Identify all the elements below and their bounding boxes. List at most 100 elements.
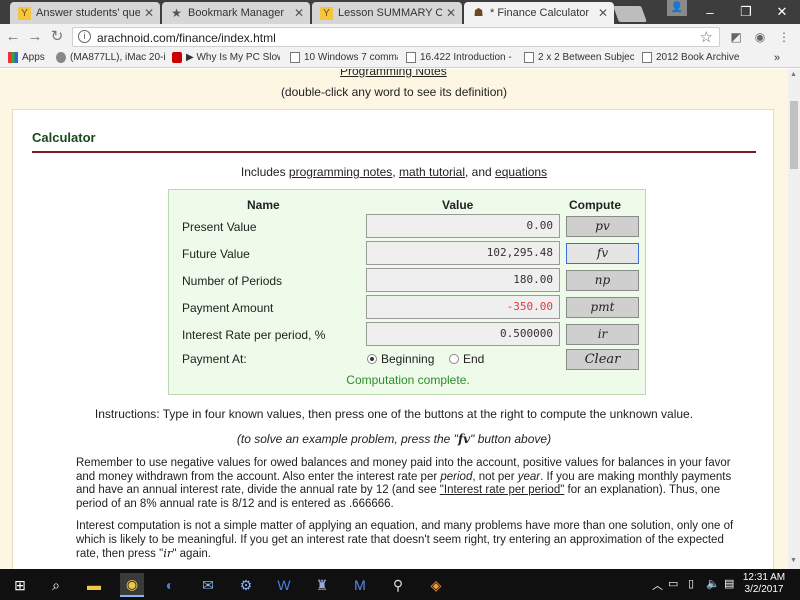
bookmark-16422[interactable]: 16.422 Introduction - — [406, 52, 514, 63]
scroll-up-icon[interactable]: ▲ — [790, 71, 797, 78]
programming-notes-link[interactable]: programming notes — [289, 165, 392, 179]
power-icon — [172, 52, 182, 63]
header-compute: Compute — [569, 198, 621, 212]
tab-bookmark-manager[interactable]: ★ Bookmark Manager ✕ — [162, 2, 310, 24]
present-value-label: Present Value — [182, 220, 257, 234]
url-text[interactable]: arachnoid.com/finance/index.html — [97, 31, 276, 45]
bookmark-2x2[interactable]: 2 x 2 Between Subject — [524, 52, 634, 63]
malwarebytes-icon[interactable]: M — [348, 573, 372, 597]
header-value: Value — [442, 198, 474, 212]
more-bookmarks-icon[interactable]: » — [774, 52, 780, 64]
magnifier-icon[interactable]: ⚲ — [386, 573, 410, 597]
includes-line: Includes programming notes, math tutoria… — [240, 165, 548, 179]
restore-button[interactable]: ❐ — [728, 0, 764, 24]
scrollbar-thumb[interactable] — [790, 101, 798, 169]
payment-amount-input[interactable]: -350.00 — [366, 295, 560, 319]
close-tab-icon[interactable]: ✕ — [446, 6, 456, 20]
back-arrow-icon[interactable]: ← — [4, 28, 22, 46]
radio-beginning[interactable]: Beginning — [367, 352, 434, 366]
title-divider — [32, 151, 756, 153]
close-tab-icon[interactable]: ✕ — [598, 6, 608, 20]
calculator-card: Calculator Includes programming notes, m… — [12, 109, 774, 569]
new-tab-button[interactable] — [613, 6, 647, 22]
tab-strip: Y Answer students' questio ✕ ★ Bookmark … — [0, 0, 800, 24]
payment-at-label: Payment At: — [182, 352, 247, 366]
compute-ir-button[interactable]: ir — [566, 324, 639, 345]
tray-chevron-icon[interactable]: ︿ — [652, 577, 663, 593]
present-value-input[interactable]: 0.00 — [366, 214, 560, 238]
page-icon — [290, 52, 300, 63]
star-icon: ★ — [171, 5, 182, 20]
bookmark-book-archive[interactable]: 2012 Book Archive — [642, 52, 742, 63]
tab-answer-questions[interactable]: Y Answer students' questio ✕ — [10, 2, 160, 24]
forward-arrow-icon[interactable]: → — [26, 28, 44, 46]
menu-kebab-icon[interactable]: ⋮ — [776, 29, 792, 45]
close-tab-icon[interactable]: ✕ — [144, 6, 154, 20]
word-icon[interactable]: W — [272, 573, 296, 597]
close-window-button[interactable]: ✕ — [764, 0, 800, 24]
address-bar[interactable]: i arachnoid.com/finance/index.html ☆ — [72, 27, 720, 47]
payment-amount-label: Payment Amount — [182, 301, 274, 315]
calculator-icon: ☗ — [473, 6, 484, 19]
search-icon[interactable]: ⌕ — [44, 573, 68, 597]
compute-fv-button[interactable]: fv — [566, 243, 639, 264]
info-icon[interactable]: i — [78, 30, 91, 43]
tray-volume-icon[interactable]: 🔈 — [706, 577, 720, 590]
forum-icon: Y — [18, 6, 31, 20]
tab-finance-calculator[interactable]: ☗ * Finance Calculator ✕ — [464, 2, 614, 24]
clear-button[interactable]: Clear — [566, 349, 639, 370]
programming-notes-link-top[interactable]: Programming Notes — [340, 69, 447, 78]
future-value-input[interactable]: 102,295.48 — [366, 241, 560, 265]
equations-link[interactable]: equations — [495, 165, 547, 179]
outlook-icon[interactable]: ✉ — [196, 573, 220, 597]
radio-end[interactable]: End — [449, 352, 484, 366]
tray-network-icon[interactable]: ▭ — [668, 577, 678, 590]
close-tab-icon[interactable]: ✕ — [294, 6, 304, 20]
compute-pmt-button[interactable]: pmt — [566, 297, 639, 318]
radio-selected-icon[interactable] — [367, 354, 377, 364]
bookmark-apps[interactable]: Apps — [8, 52, 48, 63]
bookmark-pc-slow[interactable]: ▶ Why Is My PC Slow — [172, 52, 280, 63]
media-app-icon[interactable]: ◈ — [424, 573, 448, 597]
instructions-text: Instructions: Type in four known values,… — [94, 407, 694, 421]
scroll-down-icon[interactable]: ▼ — [790, 557, 797, 564]
taskbar-clock[interactable]: 12:31 AM 3/2/2017 — [740, 572, 788, 596]
radio-unselected-icon[interactable] — [449, 354, 459, 364]
negative-values-paragraph: Remember to use negative values for owed… — [76, 457, 732, 510]
extension-icon[interactable]: ◩ — [728, 29, 744, 45]
app-icon-2[interactable]: ♜ — [310, 573, 334, 597]
tab-lesson-summary[interactable]: Y Lesson SUMMARY OF FIN ✕ — [312, 2, 462, 24]
compute-pv-button[interactable]: pv — [566, 216, 639, 237]
file-explorer-icon[interactable]: ▬ — [82, 573, 106, 597]
future-value-label: Future Value — [182, 247, 250, 261]
minimize-button[interactable]: – — [692, 0, 728, 24]
periods-input[interactable]: 180.00 — [366, 268, 560, 292]
bookmark-star-icon[interactable]: ☆ — [700, 28, 713, 46]
chrome-icon[interactable]: ◉ — [120, 573, 144, 597]
interest-rate-per-period-link[interactable]: "Interest rate per period" — [440, 484, 565, 496]
browser-toolbar: ← → ↻ i arachnoid.com/finance/index.html… — [0, 24, 800, 50]
profile-icon[interactable]: 👤 — [667, 0, 687, 16]
extension-eye-icon[interactable]: ◉ — [752, 29, 768, 45]
compute-np-button[interactable]: np — [566, 270, 639, 291]
calculator-panel: Name Value Compute Present Value 0.00 pv… — [168, 189, 646, 395]
dblclick-hint: (double-click any word to see its defini… — [280, 85, 508, 99]
bookmark-windows7[interactable]: 10 Windows 7 comma — [290, 52, 398, 63]
bookmark-imac[interactable]: (MA877LL), iMac 20-i — [56, 52, 166, 63]
network-app-icon[interactable]: ⚙ — [234, 573, 258, 597]
reload-icon[interactable]: ↻ — [48, 28, 66, 46]
interest-rate-label: Interest Rate per period, % — [182, 328, 326, 342]
forum-icon: Y — [320, 6, 333, 20]
interest-rate-input[interactable]: 0.500000 — [366, 322, 560, 346]
windows-start-icon[interactable]: ⊞ — [8, 573, 32, 597]
tray-notification-icon[interactable]: ▤ — [724, 577, 734, 590]
header-name: Name — [247, 198, 280, 212]
windows-taskbar: ⊞ ⌕ ▬ ◉ ◐ ✉ ⚙ W ♜ M ⚲ ◈ ︿ ▭ ▯ 🔈 ▤ 12:31 … — [0, 569, 800, 600]
app-icon[interactable]: ◐ — [158, 573, 182, 597]
math-tutorial-link[interactable]: math tutorial — [399, 165, 465, 179]
interest-computation-paragraph: Interest computation is not a simple mat… — [76, 520, 734, 560]
tray-battery-icon[interactable]: ▯ — [688, 577, 694, 590]
bookmarks-bar: Apps (MA877LL), iMac 20-i ▶ Why Is My PC… — [0, 50, 800, 68]
page-scrollbar[interactable]: ▲ ▼ — [788, 69, 800, 569]
page-icon — [642, 52, 652, 63]
